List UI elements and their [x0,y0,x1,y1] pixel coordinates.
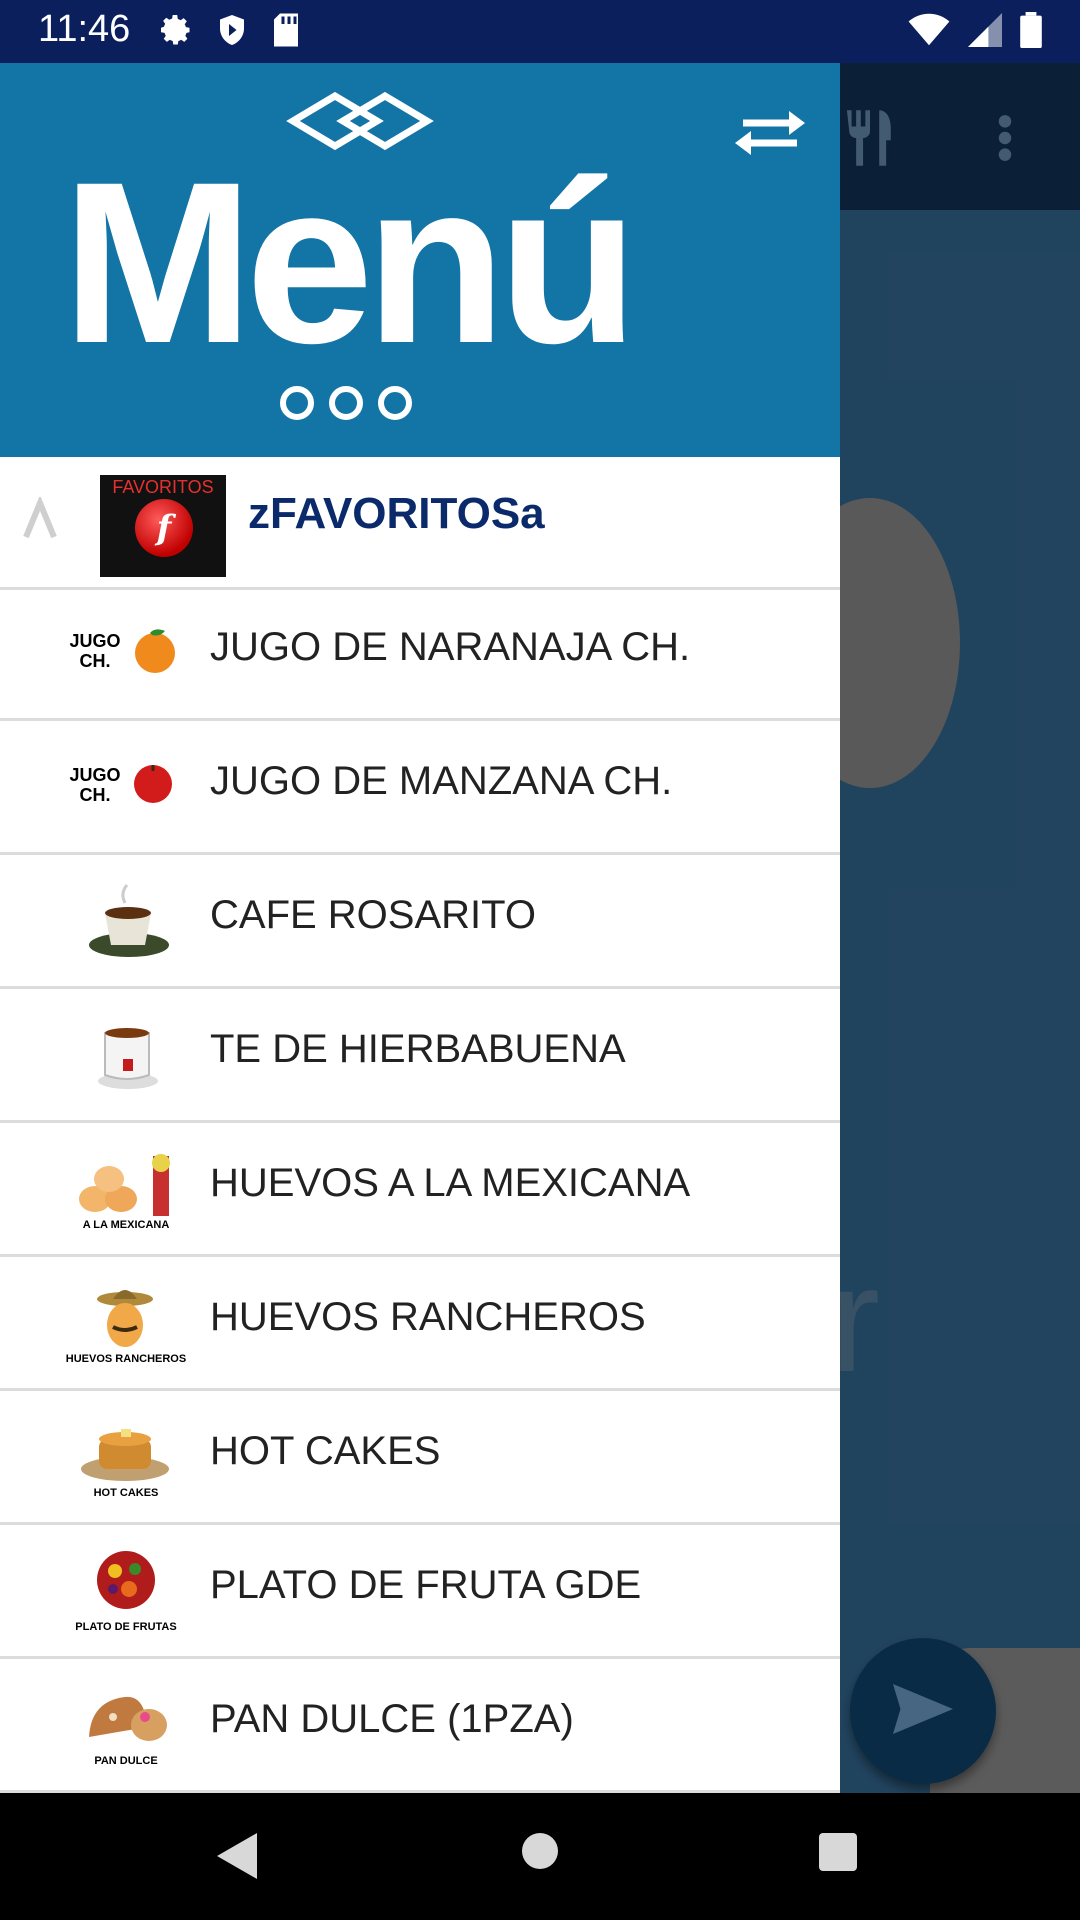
menu-item[interactable]: JUGO CH. JUGO DE MANZANA CH. [0,721,840,855]
menu-item-label: HUEVOS RANCHEROS [210,1295,646,1339]
menu-item[interactable]: PLATO DE FRUTAS PLATO DE FRUTA GDE [0,1525,840,1659]
favorites-image-caption: FAVORITOS [112,477,214,497]
menu-item-label: TE DE HIERBABUENA [210,1027,626,1071]
status-time: 11:46 [38,8,131,50]
page-dots [280,386,412,420]
menu-item-label: HOT CAKES [210,1429,441,1473]
fruit-plate-thumbnail: PLATO DE FRUTAS [65,1543,187,1639]
menu-item[interactable]: CAFE ROSARITO [0,855,840,989]
favorites-label: zFAVORITOSa [248,489,545,538]
thumb-caption: HOT CAKES [93,1487,159,1499]
orange-juice-thumbnail: JUGO CH. [65,605,187,701]
settings-icon [158,12,194,52]
dot-indicator [378,386,412,420]
back-button[interactable] [215,1831,259,1885]
swap-arrows-icon[interactable] [733,105,807,165]
wifi-icon [908,13,950,51]
favorites-group-header[interactable]: FAVORITOS f zFAVORITOSa [0,457,840,590]
apple-juice-thumbnail: JUGO CH. [65,739,187,835]
favorites-image: FAVORITOS f [100,475,226,577]
thumb-caption: PAN DULCE [94,1755,158,1767]
chevron-up-icon[interactable] [22,495,58,545]
menu-item[interactable]: PAN DULCE PAN DULCE (1PZA) [0,1659,840,1793]
thumb-caption: JUGO CH. [69,631,121,671]
shield-play-icon [214,12,250,52]
tea-cup-thumbnail [65,1007,187,1103]
back-icon [217,1833,257,1879]
eggs-ranchero-thumbnail: HUEVOS RANCHEROS [65,1275,187,1371]
recents-button[interactable] [817,1831,859,1877]
status-bar: 11:46 [0,0,1080,63]
menu-item-label: JUGO DE NARANAJA CH. [210,625,691,669]
system-navigation-bar [0,1793,1080,1920]
home-button[interactable] [520,1831,560,1875]
battery-icon [1020,12,1042,52]
menu-item[interactable]: HUEVOS RANCHEROS HUEVOS RANCHEROS [0,1257,840,1391]
menu-item-label: CAFE ROSARITO [210,893,536,937]
flash-icon: f [135,499,193,557]
menu-item-list: JUGO CH. JUGO DE NARANAJA CH. JUGO CH. JUG… [0,587,840,1793]
pancakes-thumbnail: HOT CAKES [65,1409,187,1505]
menu-item[interactable]: TE DE HIERBABUENA [0,989,840,1123]
navigation-drawer: Menú FAVORITOS f zFAVORITOSa JUGO CH. JU… [0,63,840,1793]
signal-icon [968,13,1002,51]
thumb-caption: HUEVOS RANCHEROS [65,1353,187,1365]
menu-item-label: JUGO DE MANZANA CH. [210,759,673,803]
coffee-cup-thumbnail [65,873,187,969]
menu-item[interactable]: JUGO CH. JUGO DE NARANAJA CH. [0,587,840,721]
thumb-caption: A LA MEXICANA [82,1219,170,1231]
recents-icon [819,1833,857,1871]
menu-item-label: PAN DULCE (1PZA) [210,1697,574,1741]
dot-indicator [280,386,314,420]
sd-card-icon [270,12,302,52]
menu-item-label: HUEVOS A LA MEXICANA [210,1161,691,1205]
eggs-mexican-thumbnail: A LA MEXICANA [65,1141,187,1237]
menu-item[interactable]: HOT CAKES HOT CAKES [0,1391,840,1525]
menu-item-label: PLATO DE FRUTA GDE [210,1563,642,1607]
thumb-caption: PLATO DE FRUTAS [75,1621,177,1633]
sweet-bread-thumbnail: PAN DULCE [65,1677,187,1773]
thumb-caption: JUGO CH. [69,765,121,805]
menu-item[interactable]: A LA MEXICANA HUEVOS A LA MEXICANA [0,1123,840,1257]
drawer-header: Menú [0,63,840,457]
menu-title: Menú [62,134,638,391]
home-icon [522,1833,558,1869]
dot-indicator [329,386,363,420]
